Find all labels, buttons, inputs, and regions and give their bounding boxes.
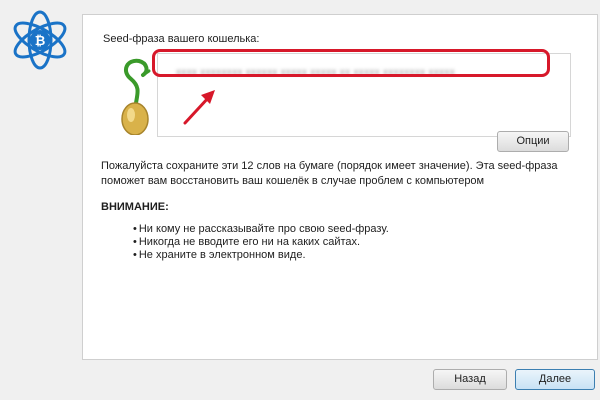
seed-highlight-frame bbox=[152, 49, 550, 77]
electrum-logo-icon: ₿ bbox=[8, 8, 72, 72]
svg-text:₿: ₿ bbox=[35, 33, 46, 48]
warning-title: ВНИМАНИЕ: bbox=[101, 201, 169, 213]
back-button[interactable]: Назад bbox=[433, 369, 507, 390]
next-button[interactable]: Далее bbox=[515, 369, 595, 390]
warning-item: Никогда не вводите его ни на каких сайта… bbox=[133, 236, 389, 249]
options-button[interactable]: Опции bbox=[497, 131, 569, 152]
seed-phrase-label: Seed-фраза вашего кошелька: bbox=[103, 33, 260, 45]
warning-item: Ни кому не рассказывайте про свою seed-ф… bbox=[133, 223, 389, 236]
warning-item: Не храните в электронном виде. bbox=[133, 249, 389, 262]
red-arrow-icon bbox=[179, 85, 223, 129]
wizard-content-pane: Seed-фраза вашего кошелька: xxxx xxxxxxx… bbox=[82, 14, 598, 360]
warning-list: Ни кому не рассказывайте про свою seed-ф… bbox=[133, 223, 389, 262]
info-text: Пожалуйста сохраните эти 12 слов на бума… bbox=[101, 160, 558, 187]
